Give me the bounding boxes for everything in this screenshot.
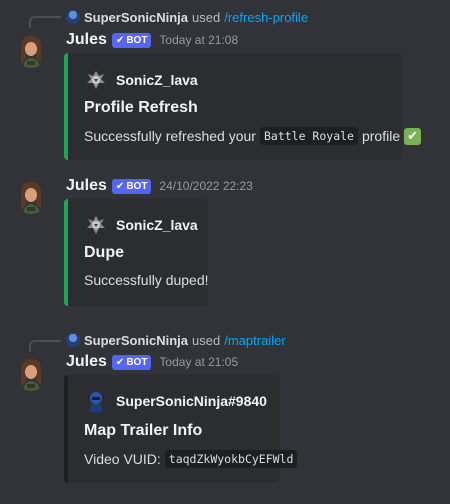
bot-avatar[interactable] — [14, 355, 48, 391]
bot-tag-label: BOT — [126, 180, 148, 192]
command-link[interactable]: /refresh-profile — [224, 10, 308, 25]
embed-description: Video VUID: taqdZkWyokbCyEFWld — [84, 450, 298, 468]
reply-used-text: used — [192, 9, 221, 25]
embed-author-name: SonicZ_lava — [116, 72, 198, 88]
white-check-mark-icon: ✔ — [404, 127, 422, 145]
replied-username[interactable]: SuperSonicNinja — [84, 10, 188, 25]
embed-author-name: SuperSonicNinja#9840 — [116, 393, 267, 409]
bot-tag: ✔ BOT — [111, 32, 152, 48]
author-name[interactable]: Jules — [66, 353, 107, 371]
reply-reference[interactable]: SuperSonicNinja used /maptrailer — [66, 332, 286, 348]
author-avatar-icon — [84, 213, 108, 237]
embed: SonicZ_lava Dupe Successfully duped! — [64, 199, 209, 306]
embed-description: Successfully duped! — [84, 272, 209, 288]
embed-title: Profile Refresh — [84, 99, 198, 116]
embed: SuperSonicNinja#9840 Map Trailer Info Vi… — [64, 375, 298, 483]
replied-username[interactable]: SuperSonicNinja — [84, 333, 188, 348]
embed-author: SuperSonicNinja#9840 — [84, 389, 267, 413]
replied-user-avatar — [66, 10, 80, 24]
bot-tag-label: BOT — [126, 356, 148, 368]
timestamp[interactable]: Today at 21:08 — [159, 33, 238, 47]
embed-author: SonicZ_lava — [84, 68, 198, 92]
checkmark-icon: ✔ — [115, 34, 125, 46]
reply-connector — [29, 16, 61, 28]
bot-tag-label: BOT — [126, 34, 148, 46]
embed-title: Map Trailer Info — [84, 422, 203, 439]
reply-connector — [29, 340, 61, 352]
embed-title: Dupe — [84, 244, 124, 261]
message-header: Jules ✔ BOT Today at 21:05 — [66, 352, 238, 372]
embed-description-suffix: profile — [361, 128, 401, 144]
bot-avatar[interactable] — [14, 178, 48, 214]
embed: SonicZ_lava Profile Refresh Successfully… — [64, 53, 422, 160]
embed-description-text: Successfully refreshed your — [84, 128, 256, 144]
embed-description: Successfully refreshed your Battle Royal… — [84, 127, 422, 145]
inline-code: taqdZkWyokbCyEFWld — [164, 450, 298, 468]
checkmark-icon: ✔ — [115, 180, 125, 192]
inline-code: Battle Royale — [259, 127, 358, 145]
bot-tag: ✔ BOT — [111, 178, 152, 194]
author-avatar-icon — [84, 68, 108, 92]
command-link[interactable]: /maptrailer — [224, 333, 285, 348]
author-avatar-icon — [84, 389, 108, 413]
embed-author-name: SonicZ_lava — [116, 217, 198, 233]
embed-description-text: Video VUID: — [84, 451, 161, 467]
author-name[interactable]: Jules — [66, 177, 107, 195]
message-header: Jules ✔ BOT Today at 21:08 — [66, 30, 238, 50]
bot-tag: ✔ BOT — [111, 354, 152, 370]
checkmark-icon: ✔ — [115, 356, 125, 368]
message-header: Jules ✔ BOT 24/10/2022 22:23 — [66, 176, 253, 196]
embed-author: SonicZ_lava — [84, 213, 198, 237]
timestamp[interactable]: Today at 21:05 — [159, 355, 238, 369]
timestamp[interactable]: 24/10/2022 22:23 — [159, 179, 252, 193]
chat-log: SuperSonicNinja used /refresh-profile Ju… — [0, 0, 450, 504]
bot-avatar[interactable] — [14, 32, 48, 68]
reply-used-text: used — [192, 332, 221, 348]
replied-user-avatar — [66, 333, 80, 347]
reply-reference[interactable]: SuperSonicNinja used /refresh-profile — [66, 9, 308, 25]
author-name[interactable]: Jules — [66, 31, 107, 49]
